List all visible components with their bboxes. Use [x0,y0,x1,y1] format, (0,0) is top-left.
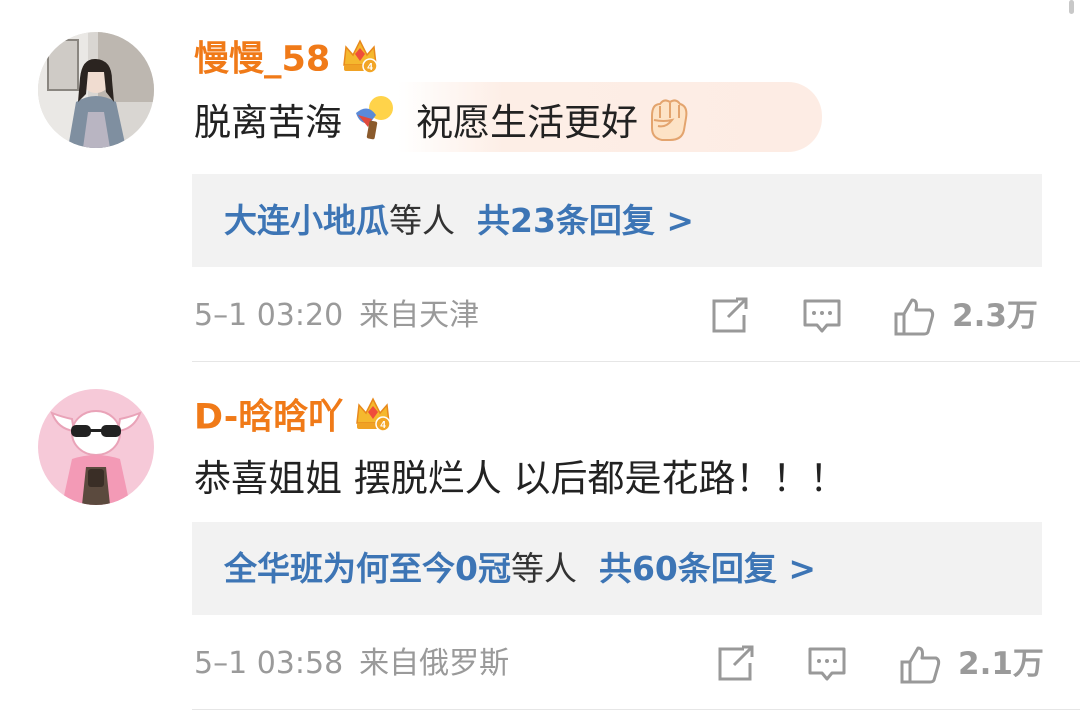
divider [192,361,1080,362]
comment-icon[interactable] [806,643,848,689]
comment-icon[interactable] [801,295,843,341]
replies-names-link[interactable]: 大连小地瓜 [224,201,389,240]
replies-summary[interactable]: 全华班为何至今0冠等人 共60条回复 > [192,522,1042,615]
comment-text-part2: 祝愿生活更好 [416,101,638,144]
comment-time: 5–1 03:58 [194,646,344,681]
like-icon[interactable] [898,642,942,690]
repost-icon[interactable] [708,295,750,341]
replies-others: 等人 [510,549,577,588]
crown-badge-icon: 4 [353,393,393,444]
crown-badge-icon: 4 [340,35,380,86]
comment-meta: 5–1 03:58 来自俄罗斯 [194,644,509,684]
like-count: 2.3万 [952,298,1038,334]
username[interactable]: D-晗晗吖 4 [194,393,393,444]
comment-text: 脱离苦海 祝愿生活更好 [194,92,694,157]
replies-count-link[interactable]: 共60条回复 > [599,549,816,588]
replies-count-link[interactable]: 共23条回复 > [477,201,694,240]
replies-others: 等人 [389,201,455,240]
avatar[interactable] [38,32,154,148]
comment-location: 来自俄罗斯 [359,646,510,681]
username[interactable]: 慢慢_58 4 [194,35,380,86]
crown-level-label: 4 [380,420,386,431]
raised-fist-emoji-icon [642,92,694,157]
comment-time: 5–1 03:20 [194,298,344,333]
comment-text-part1: 脱离苦海 [194,101,342,144]
replies-summary[interactable]: 大连小地瓜等人 共23条回复 > [192,174,1042,267]
username-text[interactable]: 慢慢_58 [194,40,330,80]
like-count: 2.1万 [958,646,1044,682]
repost-icon[interactable] [714,643,756,689]
divider [192,709,1080,710]
avatar[interactable] [38,389,154,505]
comment-text: 恭喜姐姐 摆脱烂人 以后都是花路！！！ [194,457,847,500]
comment-meta: 5–1 03:20 来自天津 [194,296,479,336]
scrollbar[interactable] [1069,0,1074,14]
bulb-emoji-icon [348,93,398,156]
replies-names-link[interactable]: 全华班为何至今0冠 [224,549,511,588]
username-text[interactable]: D-晗晗吖 [194,398,343,438]
like-icon[interactable] [892,294,936,342]
crown-level-label: 4 [367,62,373,73]
comment-location: 来自天津 [359,298,480,333]
